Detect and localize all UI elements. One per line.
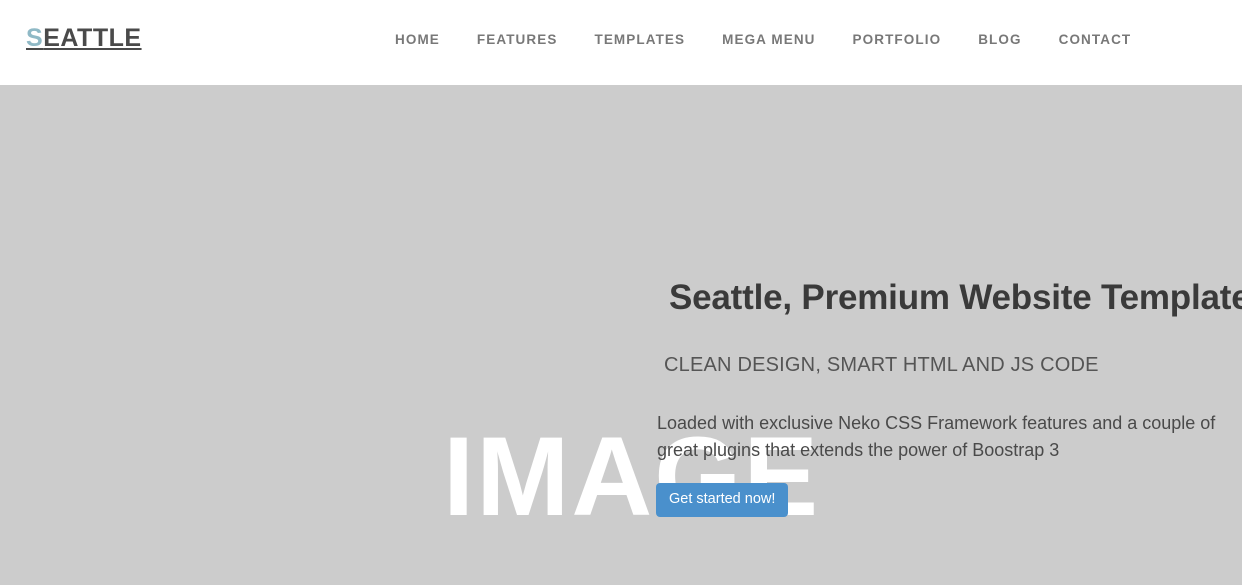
nav-item-features[interactable]: FEATURES <box>477 30 558 50</box>
hero-title: Seattle, Premium Website Template <box>669 278 1242 317</box>
page-root: SEATTLE HOME FEATURES TEMPLATES MEGA MEN… <box>0 0 1242 585</box>
nav-item-blog[interactable]: BLOG <box>978 30 1021 50</box>
hero-image-placeholder: IMAGE <box>0 85 1242 585</box>
site-header: SEATTLE HOME FEATURES TEMPLATES MEGA MEN… <box>0 0 1242 85</box>
logo-text: EATTLE <box>43 24 142 52</box>
nav-item-contact[interactable]: CONTACT <box>1059 30 1132 50</box>
get-started-button[interactable]: Get started now! <box>656 483 789 517</box>
site-logo[interactable]: SEATTLE <box>26 26 142 51</box>
main-navigation: HOME FEATURES TEMPLATES MEGA MENU PORTFO… <box>395 30 1131 50</box>
nav-item-mega-menu[interactable]: MEGA MENU <box>722 30 815 50</box>
hero-section: IMAGE Seattle, Premium Website Template … <box>0 85 1242 585</box>
logo-accent-letter: S <box>26 24 44 52</box>
nav-item-templates[interactable]: TEMPLATES <box>594 30 685 50</box>
nav-item-portfolio[interactable]: PORTFOLIO <box>853 30 942 50</box>
nav-item-home[interactable]: HOME <box>395 30 440 50</box>
hero-description: Loaded with exclusive Neko CSS Framework… <box>657 413 1216 460</box>
hero-subtitle: CLEAN DESIGN, SMART HTML AND JS CODE <box>664 354 1099 376</box>
